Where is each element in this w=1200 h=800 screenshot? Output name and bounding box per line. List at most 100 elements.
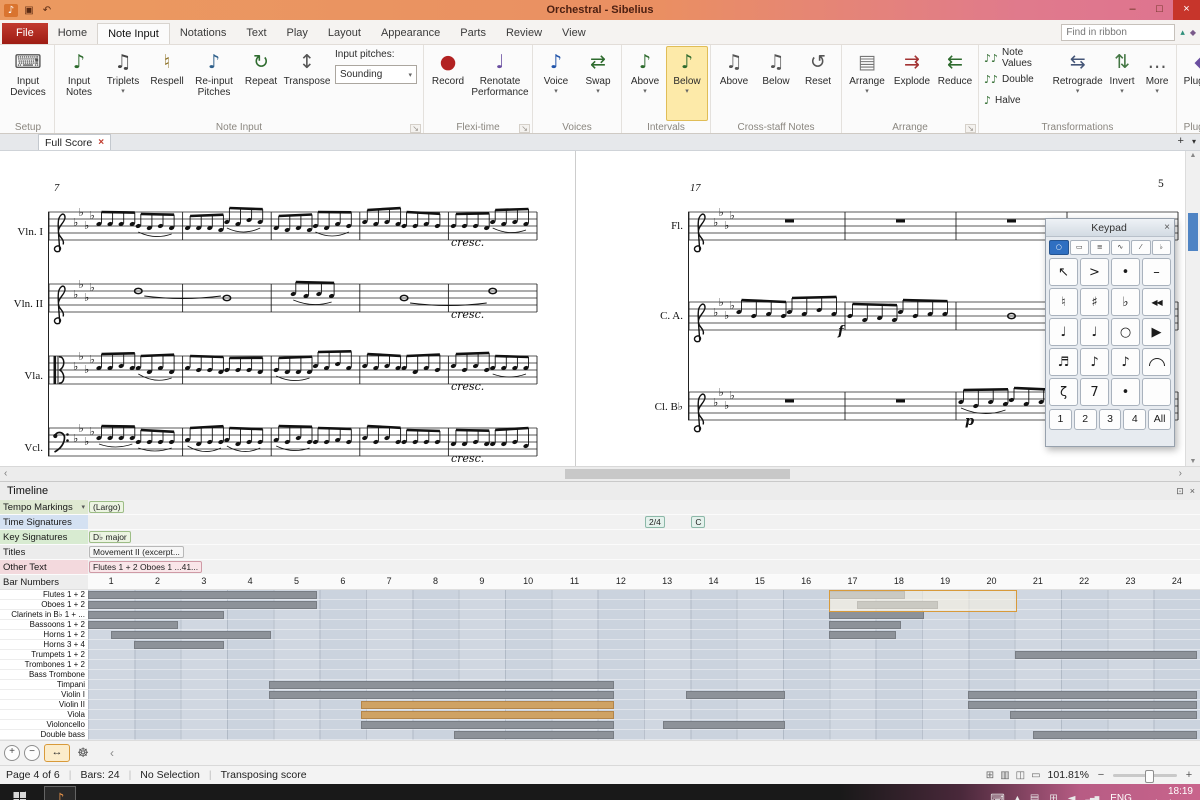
timeline-chip[interactable]: C [691, 516, 705, 528]
tab-text[interactable]: Text [236, 23, 276, 44]
timeline-segment[interactable] [361, 711, 613, 719]
collapse-ribbon-icon[interactable]: ▴ [1180, 27, 1185, 38]
app-icon[interactable]: ♪ [4, 4, 18, 17]
keypad-layout-articulations[interactable]: ∿ [1111, 240, 1131, 255]
timeline-close-button[interactable]: × [1190, 486, 1195, 497]
keypad-tie-button[interactable] [1142, 348, 1171, 376]
horizontal-scroll-thumb[interactable] [565, 469, 790, 479]
keypad-voice-all-button[interactable]: All [1148, 409, 1171, 430]
keypad-quarter-rest-button[interactable]: ζ [1049, 378, 1078, 406]
keypad-sharp-button[interactable]: ♯ [1080, 288, 1109, 316]
tab-view[interactable]: View [552, 23, 596, 44]
timeline-zoom-in-button[interactable]: + [4, 745, 20, 761]
keypad-pointer-button[interactable]: ↖ [1049, 258, 1078, 286]
tab-appearance[interactable]: Appearance [371, 23, 450, 44]
keypad-layout-common-notes[interactable]: ○ [1049, 240, 1069, 255]
tab-layout[interactable]: Layout [318, 23, 371, 44]
timeline-segment[interactable] [968, 691, 1197, 699]
dialog-launcher-icon[interactable]: ↘ [519, 124, 530, 133]
maximize-button[interactable]: □ [1146, 0, 1173, 20]
scroll-right-icon[interactable]: › [1179, 467, 1182, 480]
instrument-track-bassoons-1-2[interactable] [88, 620, 1200, 630]
ribbon-button-swap[interactable]: ⇄Swap▾ [577, 46, 619, 121]
timeline-segment[interactable] [269, 691, 614, 699]
instrument-track-horns-1-2[interactable] [88, 630, 1200, 640]
keypad-next-button[interactable]: ▶ [1142, 318, 1171, 346]
ribbon-button-record[interactable]: ●Record [426, 46, 470, 121]
zoom-slider-thumb[interactable] [1145, 770, 1154, 783]
touch-keyboard-icon[interactable]: ⌨ [990, 793, 1004, 800]
instrument-track-double-bass[interactable] [88, 730, 1200, 740]
vertical-scroll-thumb[interactable] [1188, 213, 1198, 251]
instrument-track-oboes-1-2[interactable] [88, 600, 1200, 610]
input-pitches-select[interactable]: Sounding▾ [335, 65, 417, 84]
show-hidden-icons[interactable]: ▴ [1015, 793, 1020, 800]
store-icon[interactable]: ⊞ [1049, 793, 1057, 800]
tab-play[interactable]: Play [277, 23, 318, 44]
ribbon-button-arrange[interactable]: ▤Arrange▾ [844, 46, 890, 121]
timeline-chip[interactable]: 2/4 [645, 516, 665, 528]
new-tab-button[interactable]: + [1178, 135, 1184, 149]
timeline-chip[interactable]: Flutes 1 + 2 Oboes 1 ...41... [89, 561, 202, 573]
ribbon-button-plug-ins[interactable]: ◆Plug-ins▾ [1179, 46, 1200, 121]
timeline-segment[interactable] [88, 621, 178, 629]
timeline-chip[interactable]: Movement II (excerpt... [89, 546, 184, 558]
sibelius-taskbar-button[interactable]: ♪ [44, 786, 76, 800]
tab-parts[interactable]: Parts [450, 23, 496, 44]
keypad-layout-more-notes[interactable]: ▭ [1070, 240, 1090, 255]
single-page-icon[interactable]: ◫ [1016, 770, 1025, 781]
ribbon-button-above[interactable]: ♪Above▾ [624, 46, 666, 121]
zoom-in-button[interactable]: + [1184, 769, 1194, 781]
keypad-voice-2-button[interactable]: 2 [1074, 409, 1097, 430]
keypad-staccato-button[interactable]: • [1111, 258, 1140, 286]
ribbon-button-note-values[interactable]: ♪♪Note Values [981, 49, 1049, 67]
timeline-segment[interactable] [829, 621, 901, 629]
ribbon-button-below[interactable]: ♪Below▾ [666, 46, 708, 121]
ribbon-button-retrograde[interactable]: ⇆Retrograde▾ [1052, 46, 1104, 121]
ribbon-button-voice[interactable]: ♪Voice▾ [535, 46, 577, 121]
timeline-segment[interactable] [88, 601, 317, 609]
instrument-track-horns-3-4[interactable] [88, 640, 1200, 650]
tab-file[interactable]: File [2, 23, 48, 44]
ribbon-button-explode[interactable]: ⇉Explode [890, 46, 934, 121]
tab-home[interactable]: Home [48, 23, 97, 44]
volume-icon[interactable]: ◄ [1068, 793, 1076, 800]
undo-icon[interactable]: ↶ [40, 5, 54, 16]
instrument-track-trombones-1-2[interactable] [88, 660, 1200, 670]
keypad-layout-jazz-articulations[interactable]: ⁄ [1131, 240, 1151, 255]
keypad-half-note-button[interactable]: ♩ [1080, 318, 1109, 346]
keypad-blank-button[interactable] [1142, 378, 1171, 406]
desktop-icon[interactable]: ▤ [1030, 793, 1039, 800]
dialog-launcher-icon[interactable]: ↘ [410, 124, 421, 133]
start-button[interactable] [0, 784, 38, 800]
keypad-panel[interactable]: Keypad × ○▭≡∿⁄♭ ↖>•–♮♯♭◀◀♩♩○▶♬♪♪ζ7• 1234… [1045, 218, 1175, 447]
ribbon-button-triplets[interactable]: ♫Triplets▾ [101, 46, 145, 121]
language-indicator[interactable]: ENG [1110, 793, 1132, 800]
keypad-rhythm-dot-button[interactable]: • [1111, 378, 1140, 406]
timeline-segment[interactable] [1033, 731, 1197, 739]
timeline-row-label-other-text[interactable]: Other Text [0, 560, 88, 574]
timeline-instruments[interactable]: Flutes 1 + 2Oboes 1 + 2Clarinets in B♭ 1… [0, 590, 1200, 740]
keypad-previous-button[interactable]: ◀◀ [1142, 288, 1171, 316]
ribbon-button-renotate-performance[interactable]: ♩Renotate Performance [470, 46, 530, 121]
timeline-row-label-tempo-markings[interactable]: Tempo Markings▾ [0, 500, 88, 514]
ribbon-button-input-devices[interactable]: ⌨Input Devices [4, 46, 52, 121]
tab-notations[interactable]: Notations [170, 23, 236, 44]
timeline-segment[interactable] [663, 721, 786, 729]
timeline-settings-button[interactable]: ☸ [74, 746, 92, 761]
timeline-segment[interactable] [88, 611, 224, 619]
ribbon-button-above[interactable]: ♫Above [713, 46, 755, 121]
timeline-dock-button[interactable]: ⊡ [1176, 486, 1184, 497]
keypad-voice-1-button[interactable]: 1 [1049, 409, 1072, 430]
timeline-segment[interactable] [134, 641, 224, 649]
minimize-button[interactable]: – [1119, 0, 1146, 20]
ribbon-button-re-input-pitches[interactable]: ♪Re-input Pitches [189, 46, 239, 121]
timeline-selection-box[interactable] [829, 590, 1016, 612]
keypad-voice-3-button[interactable]: 3 [1099, 409, 1122, 430]
ribbon-button-halve[interactable]: ♪Halve [981, 91, 1049, 109]
instrument-track-clarinets-in-b-1[interactable] [88, 610, 1200, 620]
score-horizontal-scrollbar[interactable]: ‹ › [0, 466, 1200, 481]
spread-view-icon[interactable]: ▭ [1031, 770, 1040, 781]
keypad-quarter-note-button[interactable]: ♩ [1049, 318, 1078, 346]
instrument-track-violin-ii[interactable] [88, 700, 1200, 710]
